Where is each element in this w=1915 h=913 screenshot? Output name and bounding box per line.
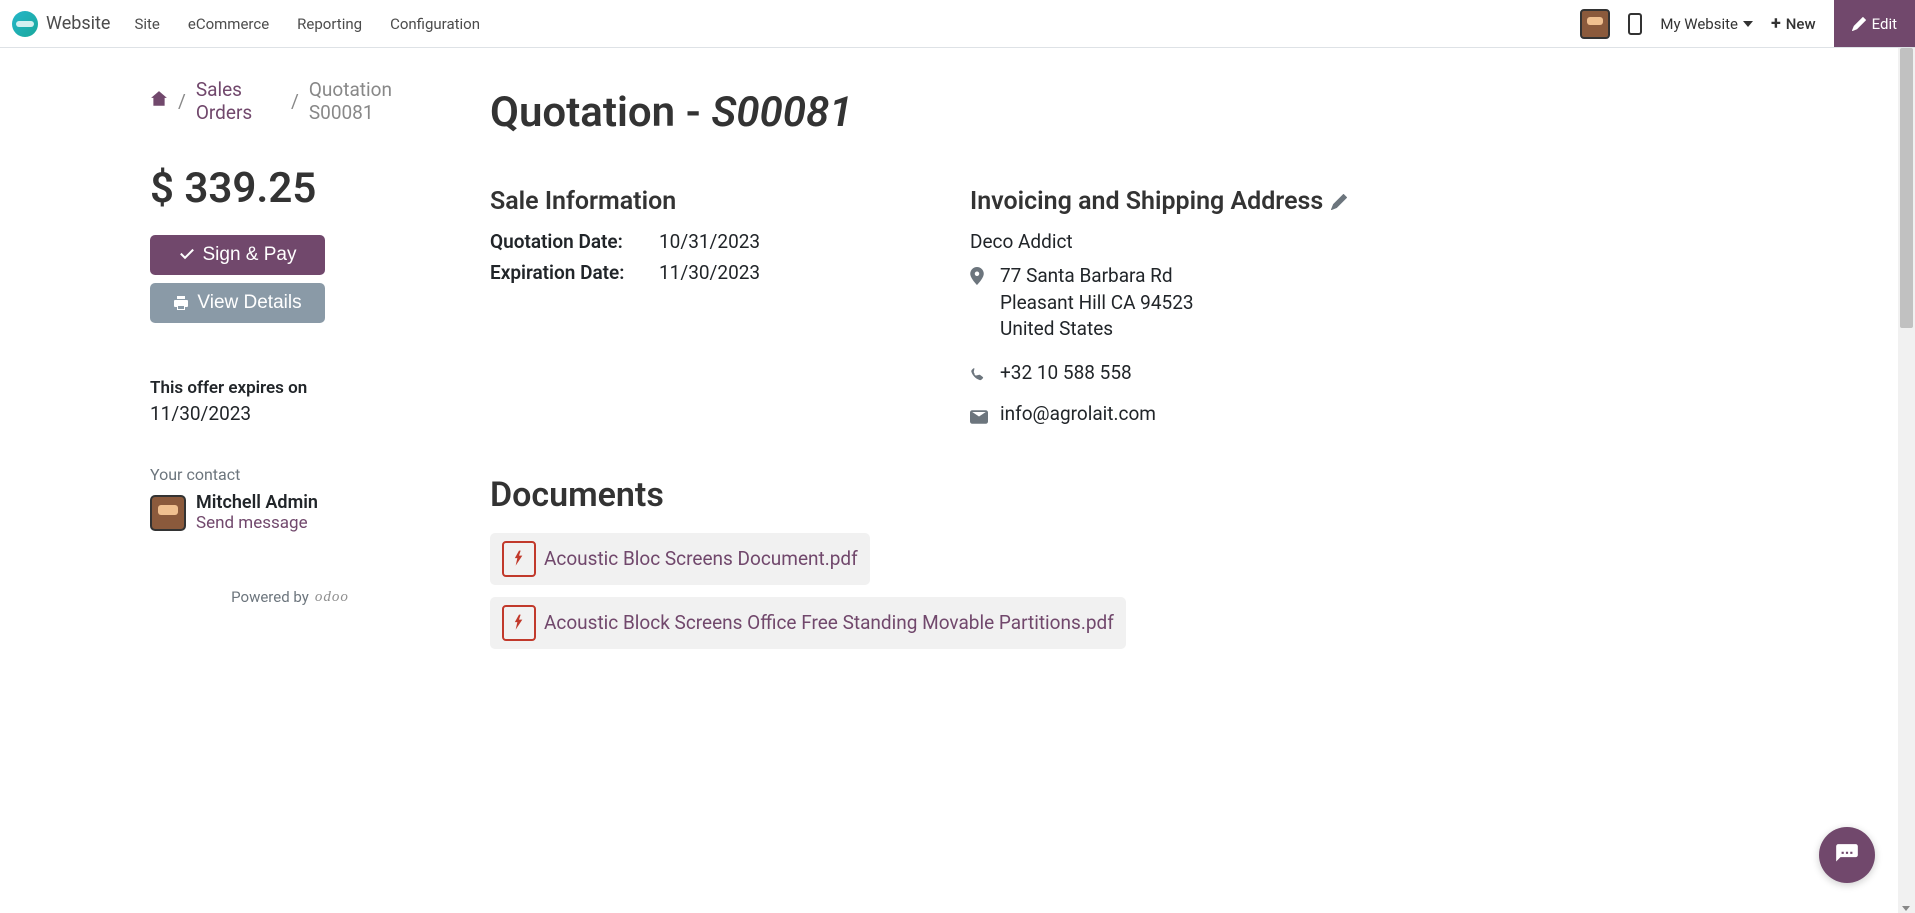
documents-heading: Documents — [490, 475, 1390, 515]
chat-fab[interactable] — [1819, 827, 1875, 883]
send-message-link[interactable]: Send message — [196, 513, 318, 533]
sign-pay-button[interactable]: Sign & Pay — [150, 235, 325, 275]
title-prefix: Quotation - — [490, 88, 711, 137]
document-name: Acoustic Block Screens Office Free Stand… — [544, 611, 1114, 634]
address-lines-row: 77 Santa Barbara Rd Pleasant Hill CA 945… — [970, 263, 1390, 343]
plus-icon: + — [1771, 13, 1781, 34]
email-row: info@agrolait.com — [970, 402, 1390, 429]
sign-pay-label: Sign & Pay — [203, 244, 297, 266]
contact-avatar[interactable] — [150, 495, 186, 531]
breadcrumb: / Sales Orders / Quotation S00081 — [150, 78, 430, 124]
your-contact-label: Your contact — [150, 465, 430, 484]
website-switcher-label: My Website — [1660, 15, 1738, 33]
sidebar: / Sales Orders / Quotation S00081 $ 339.… — [150, 78, 430, 661]
document-name: Acoustic Bloc Screens Document.pdf — [544, 547, 858, 570]
address-country: United States — [1000, 316, 1194, 343]
quotation-date-label: Quotation Date: — [490, 230, 645, 253]
breadcrumb-sales-orders[interactable]: Sales Orders — [196, 78, 281, 124]
brand-label[interactable]: Website — [46, 13, 110, 34]
nav-item-ecommerce[interactable]: eCommerce — [188, 15, 269, 33]
address-heading-text: Invoicing and Shipping Address — [970, 187, 1323, 216]
new-button-label: New — [1786, 15, 1816, 33]
nav-item-site[interactable]: Site — [134, 15, 159, 33]
quotation-date-row: Quotation Date: 10/31/2023 — [490, 230, 910, 253]
address-company: Deco Addict — [970, 230, 1390, 253]
nav-item-reporting[interactable]: Reporting — [297, 15, 362, 33]
user-avatar[interactable] — [1580, 9, 1610, 39]
app-logo[interactable] — [12, 11, 38, 37]
phone-icon — [970, 361, 988, 388]
edit-button-label: Edit — [1872, 15, 1897, 33]
main-content: Quotation - S00081 Sale Information Quot… — [490, 78, 1390, 661]
caret-down-icon — [1743, 21, 1753, 27]
document-item[interactable]: Acoustic Bloc Screens Document.pdf — [490, 533, 870, 585]
top-nav: Site eCommerce Reporting Configuration — [134, 15, 480, 33]
offer-expires-block: This offer expires on 11/30/2023 — [150, 378, 430, 425]
website-switcher[interactable]: My Website — [1660, 15, 1753, 33]
chat-icon — [1834, 842, 1860, 868]
expiration-date-value: 11/30/2023 — [659, 261, 760, 284]
your-contact-block: Your contact Mitchell Admin Send message — [150, 465, 430, 533]
check-icon — [179, 247, 195, 263]
nav-item-configuration[interactable]: Configuration — [390, 15, 480, 33]
new-button[interactable]: + New — [1771, 13, 1816, 34]
pencil-icon — [1852, 17, 1866, 31]
expiration-date-row: Expiration Date: 11/30/2023 — [490, 261, 910, 284]
pdf-icon — [502, 605, 536, 641]
phone-row: +32 10 588 558 — [970, 361, 1390, 388]
contact-name: Mitchell Admin — [196, 492, 318, 513]
powered-by-label: Powered by — [231, 588, 309, 606]
envelope-icon — [970, 402, 988, 429]
quotation-date-value: 10/31/2023 — [659, 230, 760, 253]
offer-expires-label: This offer expires on — [150, 378, 430, 398]
edit-button[interactable]: Edit — [1834, 0, 1915, 47]
info-columns: Sale Information Quotation Date: 10/31/2… — [490, 187, 1390, 435]
expiration-date-label: Expiration Date: — [490, 261, 645, 284]
phone-value[interactable]: +32 10 588 558 — [1000, 361, 1132, 384]
topbar: Website Site eCommerce Reporting Configu… — [0, 0, 1915, 48]
page-body: / Sales Orders / Quotation S00081 $ 339.… — [0, 48, 1540, 701]
address-heading: Invoicing and Shipping Address — [970, 187, 1390, 216]
view-details-button[interactable]: View Details — [150, 283, 325, 323]
mobile-preview-icon[interactable] — [1628, 13, 1642, 35]
document-item[interactable]: Acoustic Block Screens Office Free Stand… — [490, 597, 1126, 649]
pdf-icon — [502, 541, 536, 577]
email-value[interactable]: info@agrolait.com — [1000, 402, 1156, 425]
breadcrumb-sep: / — [291, 90, 299, 113]
breadcrumb-current: Quotation S00081 — [309, 78, 430, 124]
map-marker-icon — [970, 263, 988, 290]
sale-info-heading: Sale Information — [490, 187, 910, 216]
title-ref: S00081 — [711, 88, 852, 137]
offer-expires-date: 11/30/2023 — [150, 402, 430, 425]
breadcrumb-sep: / — [178, 90, 186, 113]
address-col: Invoicing and Shipping Address Deco Addi… — [970, 187, 1390, 435]
address-line1: 77 Santa Barbara Rd — [1000, 263, 1194, 290]
vertical-scrollbar[interactable] — [1898, 48, 1915, 913]
powered-by: Powered by odoo — [150, 588, 430, 606]
scroll-down-icon[interactable] — [1902, 906, 1910, 911]
topbar-right: My Website + New Edit — [1580, 0, 1915, 47]
scrollbar-thumb[interactable] — [1900, 48, 1913, 328]
edit-address-icon[interactable] — [1331, 194, 1347, 210]
view-details-label: View Details — [197, 292, 301, 314]
sale-info-col: Sale Information Quotation Date: 10/31/2… — [490, 187, 910, 435]
price-total: $ 339.25 — [150, 164, 430, 213]
home-icon[interactable] — [150, 90, 168, 113]
address-line2: Pleasant Hill CA 94523 — [1000, 290, 1194, 317]
page-title: Quotation - S00081 — [490, 88, 1390, 137]
print-icon — [173, 295, 189, 311]
powered-by-brand[interactable]: odoo — [315, 589, 349, 606]
